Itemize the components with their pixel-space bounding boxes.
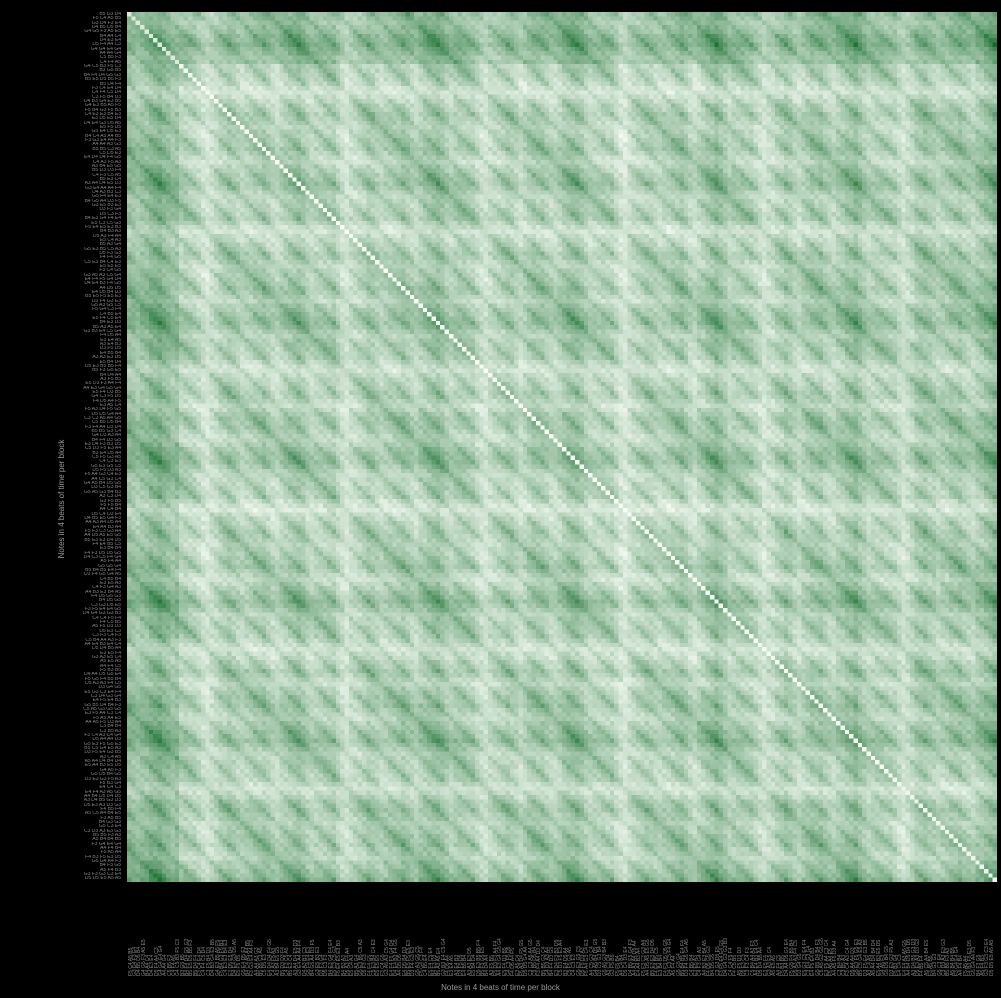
y-tick: D5 D5 E5 A5 A5 — [10, 876, 125, 880]
y-axis-ticks: B5 D3 D4F5 C4 A5 B5G3 D4 F3 E4D4 B5 D5 B… — [10, 12, 125, 882]
x-axis-ticks: B5 D3 D4F5 C4 A5 B5G3 D4 F3 E4D4 B5 D5 B… — [127, 884, 997, 976]
heatmap-canvas — [127, 12, 997, 882]
heatmap-figure: Notes in 4 beats of time per block B5 D3… — [0, 0, 1001, 998]
x-axis-label: Notes in 4 beats of time per block — [0, 983, 1001, 992]
x-tick: D5 D5 E5 A5 A5 — [989, 940, 995, 976]
